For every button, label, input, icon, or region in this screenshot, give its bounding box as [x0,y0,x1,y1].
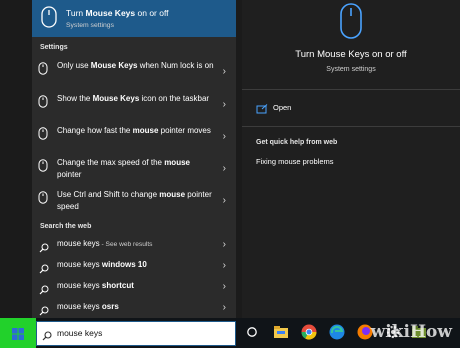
windows-logo-icon [12,327,24,345]
settings-item[interactable]: Change how fast the mouse pointer moves … [32,122,236,152]
chevron-right-icon[interactable]: › [223,303,226,313]
settings-item-label: Change the max speed of the mouse pointe… [57,158,190,179]
settings-heading: Settings [40,44,68,51]
web-result-item[interactable]: mouse keys osrs › [32,298,236,318]
preview-title: Turn Mouse Keys on or off [295,49,407,60]
settings-item[interactable]: Only use Mouse Keys when Num lock is on … [32,57,236,87]
chevron-right-icon[interactable]: › [223,132,226,142]
best-match-item[interactable]: Turn Mouse Keys on or off System setting… [32,0,236,37]
web-result-label: mouse keys - See web results [57,239,153,248]
mouse-icon [40,6,58,33]
chevron-right-icon[interactable]: › [223,240,226,250]
mouse-icon [38,159,48,177]
mouse-icon [38,95,48,113]
mouse-icon [339,2,363,45]
start-button[interactable] [0,318,36,348]
search-query: mouse keys [57,328,103,338]
help-link[interactable]: Fixing mouse problems [256,157,334,166]
wikihow-watermark: wikiHow [370,322,452,342]
settings-item-label: Use Ctrl and Shift to change mouse point… [57,190,212,211]
file-explorer-icon[interactable] [272,323,290,341]
edge-icon[interactable] [328,323,346,341]
divider [242,126,460,127]
web-result-item[interactable]: mouse keys - See web results › [32,235,236,255]
web-result-label: mouse keys osrs [57,302,119,311]
task-view-icon[interactable] [243,323,261,341]
search-icon [42,328,52,346]
web-result-item[interactable]: mouse keys windows 10 › [32,256,236,276]
preview-panel: Turn Mouse Keys on or off System setting… [242,0,460,318]
chevron-right-icon[interactable]: › [223,164,226,174]
search-results-panel: Turn Mouse Keys on or off System setting… [32,0,236,318]
mouse-icon [38,127,48,145]
help-heading: Get quick help from web [256,139,338,146]
chevron-right-icon[interactable]: › [223,67,226,77]
web-result-label: mouse keys windows 10 [57,260,147,269]
preview-subtitle: System settings [326,66,376,73]
settings-item-label: Show the Mouse Keys icon on the taskbar [57,94,210,103]
chrome-icon[interactable] [300,323,318,341]
settings-item[interactable]: Use Ctrl and Shift to change mouse point… [32,186,236,216]
best-match-title: Turn Mouse Keys on or off [66,8,169,18]
mouse-icon [38,191,48,209]
open-button[interactable]: Open [273,103,291,112]
taskbar: mouse keys wikiHow [0,318,460,348]
divider [242,89,460,90]
chevron-right-icon[interactable]: › [223,100,226,110]
web-heading: Search the web [40,223,92,230]
settings-item-label: Only use Mouse Keys when Num lock is on [57,61,214,70]
chevron-right-icon[interactable]: › [223,282,226,292]
search-input[interactable]: mouse keys [36,321,236,346]
settings-item[interactable]: Change the max speed of the mouse pointe… [32,154,236,184]
best-match-subtitle: System settings [66,22,114,29]
chevron-right-icon[interactable]: › [223,196,226,206]
open-icon[interactable] [256,101,268,119]
chevron-right-icon[interactable]: › [223,261,226,271]
mouse-icon [38,62,48,80]
settings-item-label: Change how fast the mouse pointer moves [57,126,211,135]
web-result-label: mouse keys shortcut [57,281,134,290]
web-result-item[interactable]: mouse keys shortcut › [32,277,236,297]
settings-item[interactable]: Show the Mouse Keys icon on the taskbar … [32,90,236,120]
